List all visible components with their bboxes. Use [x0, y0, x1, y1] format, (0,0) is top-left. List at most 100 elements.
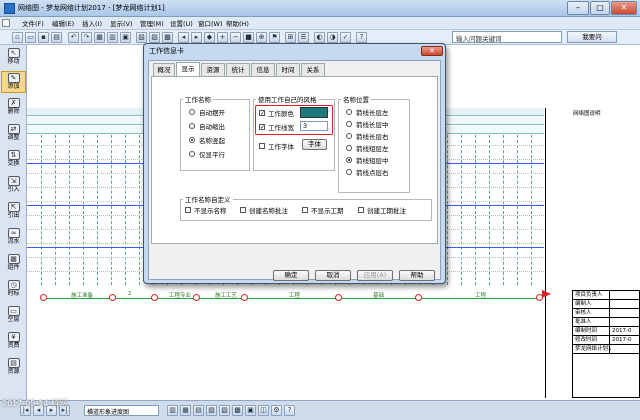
radio-long-right[interactable]: [346, 133, 352, 139]
menu-manage[interactable]: 管理(M): [140, 18, 164, 28]
help-icon[interactable]: ?: [356, 32, 367, 43]
sidebar-item-swap[interactable]: ⇅ 交换: [1, 149, 26, 171]
radio-short-left[interactable]: [346, 145, 352, 151]
sidebar-item-component[interactable]: ▦ 组件: [1, 253, 26, 275]
checkbox-hide-duration[interactable]: [302, 207, 308, 213]
view-gantt-icon[interactable]: ▥: [167, 405, 178, 416]
align-icon[interactable]: ☰: [298, 32, 309, 43]
zoom-in-icon[interactable]: +: [217, 32, 228, 43]
network-icon[interactable]: ▩: [162, 32, 173, 43]
view-settings-icon[interactable]: ⚙: [271, 405, 282, 416]
sidebar-item-cost[interactable]: ¥ 资费: [1, 331, 26, 353]
tab-statistics[interactable]: 统计: [226, 63, 250, 76]
check-icon[interactable]: ✓: [340, 32, 351, 43]
chart-icon[interactable]: ▧: [136, 32, 147, 43]
tab-resource[interactable]: 资源: [201, 63, 225, 76]
checkbox-work-font[interactable]: [259, 143, 265, 149]
tab-overview[interactable]: 概况: [153, 63, 175, 76]
tab-display[interactable]: 显示: [176, 62, 200, 77]
radio-name-vertical[interactable]: [189, 137, 195, 143]
view-print-icon[interactable]: ▣: [245, 405, 256, 416]
preview-icon[interactable]: ◐: [314, 32, 325, 43]
close-button[interactable]: ✕: [611, 1, 637, 15]
radio-short-center[interactable]: [346, 157, 352, 163]
checkbox-duration-note[interactable]: [358, 207, 364, 213]
view-select[interactable]: 横道形象进度图: [84, 405, 159, 416]
node-7[interactable]: [415, 294, 422, 301]
checkbox-hide-name[interactable]: [185, 207, 191, 213]
dialog-close-button[interactable]: ✕: [421, 46, 443, 56]
radio-long-left[interactable]: [346, 109, 352, 115]
view-calendar-icon[interactable]: ▩: [232, 405, 243, 416]
apply-button[interactable]: 应用(A): [357, 270, 393, 281]
menu-view[interactable]: 显示(V): [110, 18, 133, 28]
sidebar-item-adjust[interactable]: ⇄ 调整: [1, 123, 26, 145]
export-image-icon[interactable]: ◑: [327, 32, 338, 43]
menu-settings[interactable]: 设置(U): [170, 18, 193, 28]
menu-help[interactable]: 帮助(H): [226, 18, 249, 28]
node-4[interactable]: [193, 294, 200, 301]
new-file-icon[interactable]: ▫: [12, 32, 23, 43]
sidebar-item-timescale[interactable]: ◷ 时标: [1, 279, 26, 301]
minimize-button[interactable]: –: [567, 1, 589, 15]
undo-icon[interactable]: ↶: [68, 32, 79, 43]
ok-button[interactable]: 确定: [273, 270, 309, 281]
radio-auto-indent[interactable]: [189, 123, 195, 129]
view-help-icon[interactable]: ?: [284, 405, 295, 416]
tab-relation[interactable]: 关系: [301, 63, 325, 76]
line-width-input[interactable]: 3: [300, 121, 328, 131]
gantt-icon[interactable]: ▨: [149, 32, 160, 43]
flag-icon[interactable]: ⚑: [269, 32, 280, 43]
split-icon[interactable]: ⊞: [285, 32, 296, 43]
table-icon[interactable]: ▥: [107, 32, 118, 43]
zoom-out-icon[interactable]: −: [230, 32, 241, 43]
view-cost-icon[interactable]: ▨: [219, 405, 230, 416]
checkbox-line-width[interactable]: ✓: [259, 124, 265, 131]
checkbox-name-note[interactable]: [240, 207, 246, 213]
checkbox-work-color[interactable]: ✓: [259, 110, 265, 117]
node-2[interactable]: [109, 294, 116, 301]
sidebar-item-resource[interactable]: ▤ 资源: [1, 357, 26, 379]
tab-time[interactable]: 时间: [276, 63, 300, 76]
sidebar-item-flow[interactable]: ≈ 流水: [1, 227, 26, 249]
radio-auto-spread[interactable]: [189, 109, 195, 115]
menu-edit[interactable]: 编辑(E): [52, 18, 74, 28]
open-folder-icon[interactable]: ▭: [25, 32, 36, 43]
sidebar-item-move[interactable]: ↖ 移动: [1, 47, 26, 69]
search-input[interactable]: 输入问题关键词: [452, 31, 562, 43]
font-button[interactable]: 字体: [302, 139, 327, 150]
view-export-icon[interactable]: ◫: [258, 405, 269, 416]
node-5[interactable]: [241, 294, 248, 301]
menu-file[interactable]: 文件(F): [22, 18, 44, 28]
move-right-icon[interactable]: ▸: [191, 32, 202, 43]
move-left-icon[interactable]: ◂: [178, 32, 189, 43]
help-button[interactable]: 帮助: [399, 270, 435, 281]
grid-icon[interactable]: ▦: [94, 32, 105, 43]
maximize-button[interactable]: □: [590, 1, 610, 15]
zoom-search-icon[interactable]: ⊕: [256, 32, 267, 43]
view-resource-icon[interactable]: ▧: [206, 405, 217, 416]
fit-icon[interactable]: ■: [243, 32, 254, 43]
sidebar-item-export[interactable]: ⇱ 引出: [1, 201, 26, 223]
radio-short-right[interactable]: [346, 169, 352, 175]
radio-parallel-only[interactable]: [189, 151, 195, 157]
view-table-icon[interactable]: ▤: [193, 405, 204, 416]
menu-window[interactable]: 窗口(W): [198, 18, 223, 28]
radio-long-center[interactable]: [346, 121, 352, 127]
sidebar-item-layer[interactable]: ▭ 空层: [1, 305, 26, 327]
node-6[interactable]: [335, 294, 342, 301]
node-1[interactable]: [40, 294, 47, 301]
menu-insert[interactable]: 插入(I): [82, 18, 102, 28]
sidebar-item-add[interactable]: ✎ 添加: [1, 71, 26, 93]
save-icon[interactable]: ▪: [38, 32, 49, 43]
diamond-icon[interactable]: ◆: [204, 32, 215, 43]
color-swatch[interactable]: [300, 107, 328, 118]
view-network-icon[interactable]: ▦: [180, 405, 191, 416]
search-button[interactable]: 我要问: [567, 31, 617, 43]
print-icon[interactable]: ▤: [51, 32, 62, 43]
sidebar-item-import[interactable]: ⇲ 引入: [1, 175, 26, 197]
sidebar-item-delete[interactable]: ✗ 删除: [1, 97, 26, 119]
layout-icon[interactable]: ▣: [120, 32, 131, 43]
redo-icon[interactable]: ↷: [81, 32, 92, 43]
tab-info[interactable]: 信息: [251, 63, 275, 76]
